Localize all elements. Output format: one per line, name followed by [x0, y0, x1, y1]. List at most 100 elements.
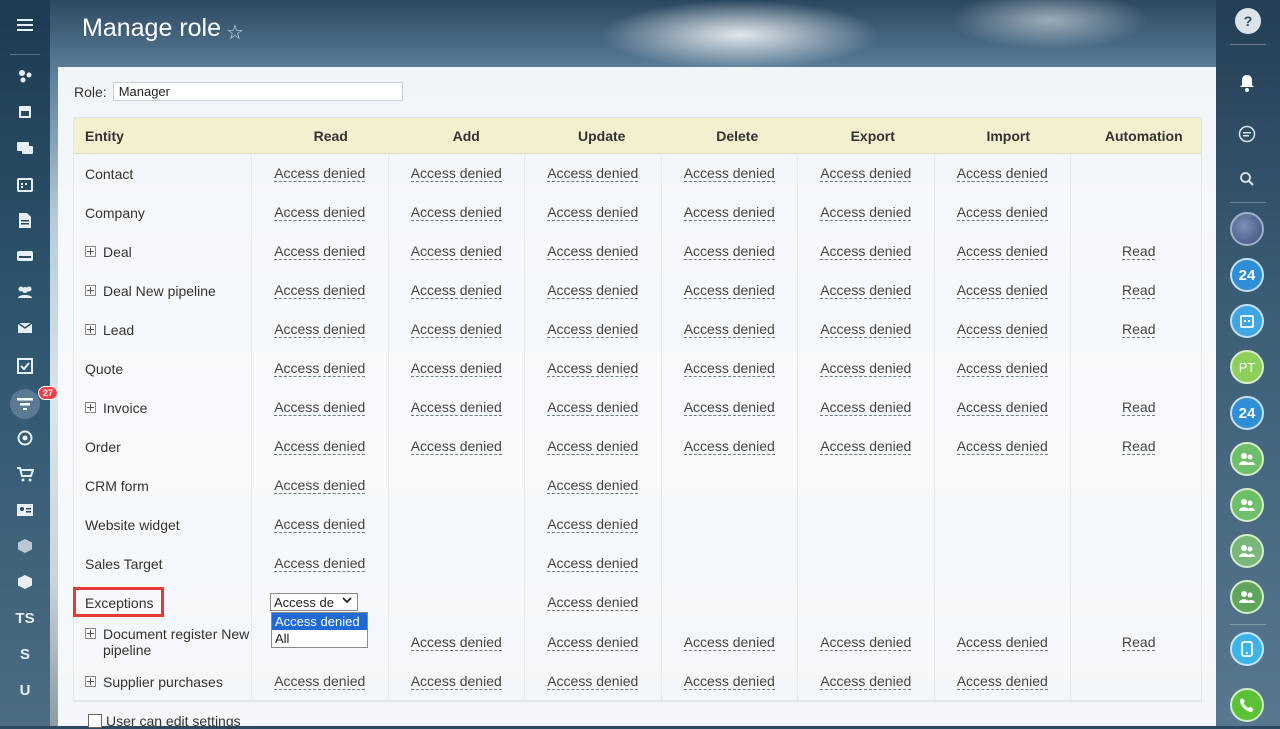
group-chat-icon[interactable] — [1230, 534, 1264, 568]
document-icon[interactable] — [0, 202, 50, 238]
help-icon[interactable]: ? — [1235, 8, 1261, 34]
permission-link-read[interactable]: Access denied — [274, 555, 366, 572]
permission-link-update[interactable]: Access denied — [547, 243, 639, 260]
permission-link-add[interactable]: Access denied — [410, 360, 502, 377]
permission-link-export[interactable]: Access denied — [820, 673, 912, 690]
permission-link-import[interactable]: Access denied — [956, 399, 1048, 416]
permission-link-update[interactable]: Access denied — [547, 477, 639, 494]
app-ts[interactable]: TS — [0, 600, 50, 636]
menu-icon[interactable] — [0, 7, 50, 43]
permission-link-automation[interactable]: Read — [1122, 634, 1156, 651]
permission-link-delete[interactable]: Access denied — [683, 165, 775, 182]
permission-link-export[interactable]: Access denied — [820, 399, 912, 416]
permission-link-read[interactable]: Access denied — [274, 477, 366, 494]
exceptions-read-select[interactable]: Access de — [270, 593, 358, 611]
permission-link-export[interactable]: Access denied — [820, 360, 912, 377]
feed-icon[interactable] — [0, 58, 50, 94]
permission-link-automation[interactable]: Read — [1122, 282, 1156, 299]
permission-link-add[interactable]: Access denied — [410, 165, 502, 182]
permission-link-delete[interactable]: Access denied — [683, 243, 775, 260]
permission-link-export[interactable]: Access denied — [820, 165, 912, 182]
expand-plus-icon[interactable] — [85, 246, 96, 257]
permission-link-import[interactable]: Access denied — [956, 673, 1048, 690]
phone-app-icon[interactable] — [1230, 632, 1264, 666]
permission-link-delete[interactable]: Access denied — [683, 282, 775, 299]
option-all[interactable]: All — [272, 630, 367, 647]
permission-link-delete[interactable]: Access denied — [683, 321, 775, 338]
expand-plus-icon[interactable] — [85, 285, 96, 296]
messages-icon[interactable] — [1230, 117, 1264, 151]
permission-link-automation[interactable]: Read — [1122, 438, 1156, 455]
permission-link-import[interactable]: Access denied — [956, 282, 1048, 299]
permission-link-export[interactable]: Access denied — [820, 321, 912, 338]
bell-icon[interactable] — [1230, 66, 1264, 100]
app-s[interactable]: S — [0, 636, 50, 672]
expand-plus-icon[interactable] — [85, 324, 96, 335]
permission-link-export[interactable]: Access denied — [820, 634, 912, 651]
permission-link-import[interactable]: Access denied — [956, 321, 1048, 338]
permission-link-update[interactable]: Access denied — [547, 204, 639, 221]
permission-link-read[interactable]: Access denied — [274, 243, 366, 260]
select-current-value[interactable]: Access de — [270, 593, 358, 611]
target-icon[interactable] — [0, 420, 50, 456]
option-access-denied[interactable]: Access denied — [272, 613, 367, 630]
permission-link-update[interactable]: Access denied — [547, 555, 639, 572]
permission-link-read[interactable]: Access denied — [274, 321, 366, 338]
expand-plus-icon[interactable] — [85, 402, 96, 413]
bitrix24-icon[interactable]: 24 — [1230, 258, 1264, 292]
permission-link-import[interactable]: Access denied — [956, 243, 1048, 260]
permission-link-delete[interactable]: Access denied — [683, 360, 775, 377]
tasks-icon[interactable] — [0, 348, 50, 384]
mail-icon[interactable] — [0, 310, 50, 346]
permission-link-read[interactable]: Access denied — [274, 282, 366, 299]
app-u[interactable]: U — [0, 672, 50, 708]
permission-link-import[interactable]: Access denied — [956, 634, 1048, 651]
team-icon[interactable] — [0, 274, 50, 310]
box-icon[interactable] — [0, 528, 50, 564]
bitrix24-icon[interactable]: 24 — [1230, 396, 1264, 430]
calendar-icon[interactable] — [0, 166, 50, 202]
calendar-chat-icon[interactable] — [1230, 304, 1264, 338]
permission-link-delete[interactable]: Access denied — [683, 634, 775, 651]
permission-link-add[interactable]: Access denied — [410, 321, 502, 338]
call-icon[interactable] — [1230, 688, 1264, 722]
search-icon[interactable] — [1230, 162, 1264, 196]
permission-link-add[interactable]: Access denied — [410, 438, 502, 455]
permission-link-export[interactable]: Access denied — [820, 438, 912, 455]
permission-link-automation[interactable]: Read — [1122, 399, 1156, 416]
crm-filter-icon[interactable]: 27 — [0, 386, 59, 422]
permission-link-delete[interactable]: Access denied — [683, 399, 775, 416]
permission-link-read[interactable]: Access denied — [274, 516, 366, 533]
permission-link-add[interactable]: Access denied — [410, 399, 502, 416]
permission-link-update[interactable]: Access denied — [547, 165, 639, 182]
permission-link-read[interactable]: Access denied — [274, 673, 366, 690]
expand-plus-icon[interactable] — [85, 676, 96, 687]
permission-link-read[interactable]: Access denied — [274, 204, 366, 221]
permission-link-import[interactable]: Access denied — [956, 360, 1048, 377]
star-icon[interactable]: ☆ — [226, 20, 244, 45]
permission-link-add[interactable]: Access denied — [410, 204, 502, 221]
permission-link-read[interactable]: Access denied — [274, 165, 366, 182]
news-icon[interactable] — [0, 94, 50, 130]
expand-plus-icon[interactable] — [85, 628, 96, 639]
group-chat-icon[interactable] — [1230, 488, 1264, 522]
permission-link-read[interactable]: Access denied — [274, 399, 366, 416]
permission-link-delete[interactable]: Access denied — [683, 204, 775, 221]
permission-link-update[interactable]: Access denied — [547, 516, 639, 533]
cart-icon[interactable] — [0, 456, 50, 492]
permission-link-delete[interactable]: Access denied — [683, 438, 775, 455]
permission-link-add[interactable]: Access denied — [410, 673, 502, 690]
user-avatar[interactable] — [1230, 212, 1264, 246]
permission-link-add[interactable]: Access denied — [410, 243, 502, 260]
permission-link-export[interactable]: Access denied — [820, 243, 912, 260]
permission-link-update[interactable]: Access denied — [547, 634, 639, 651]
permission-link-import[interactable]: Access denied — [956, 438, 1048, 455]
permission-link-update[interactable]: Access denied — [547, 673, 639, 690]
group-chat-icon[interactable] — [1230, 442, 1264, 476]
box-icon[interactable] — [0, 564, 50, 600]
permission-link-add[interactable]: Access denied — [410, 634, 502, 651]
permission-link-update[interactable]: Access denied — [547, 360, 639, 377]
permission-link-import[interactable]: Access denied — [956, 204, 1048, 221]
role-name-input[interactable] — [112, 82, 403, 101]
permission-link-automation[interactable]: Read — [1122, 321, 1156, 338]
